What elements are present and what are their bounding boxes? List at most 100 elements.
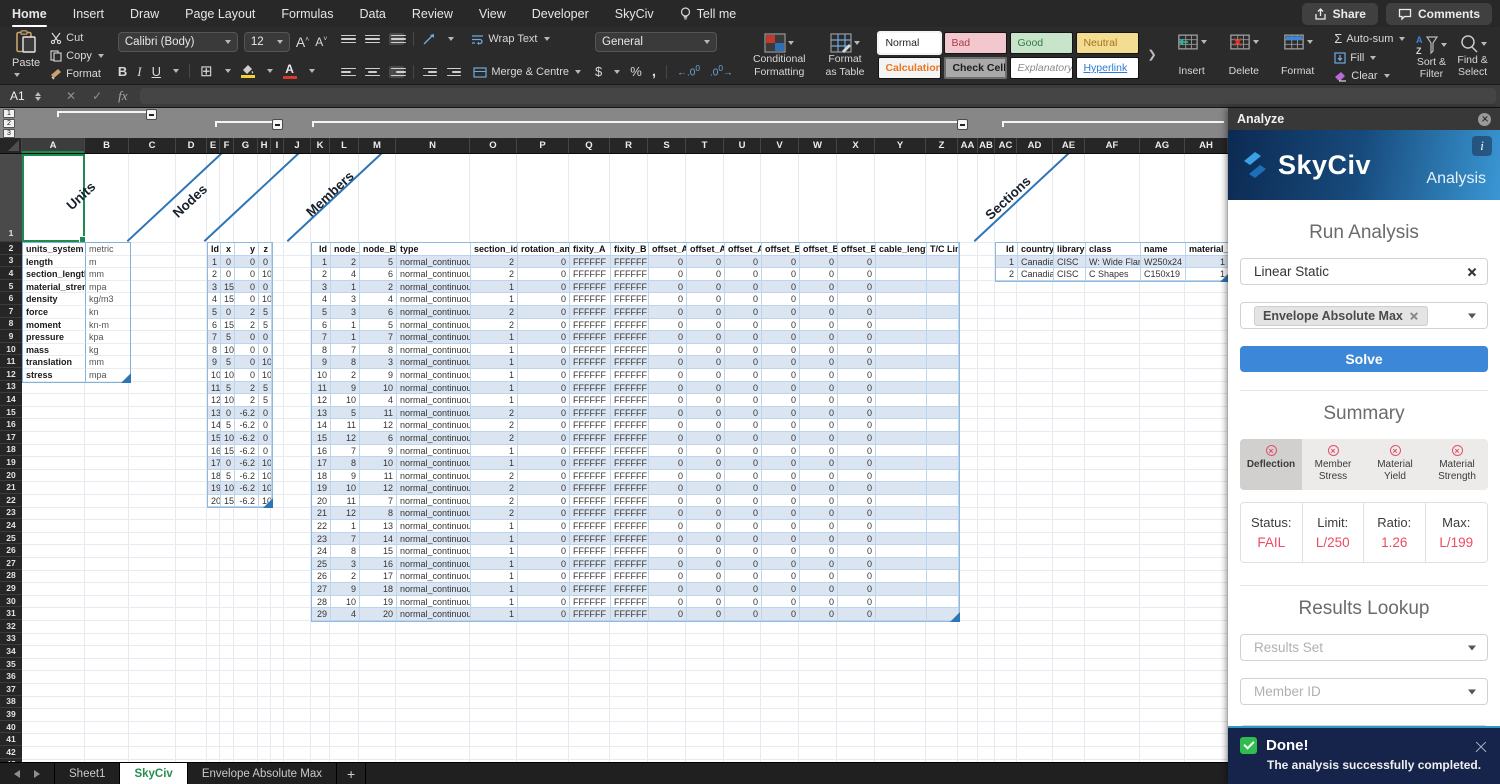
members-cell[interactable]: 0 bbox=[687, 545, 725, 558]
members-cell[interactable]: 0 bbox=[800, 533, 838, 546]
decrease-indent-icon[interactable] bbox=[423, 68, 438, 77]
members-cell[interactable]: FFFFFF bbox=[611, 394, 649, 407]
style-normal[interactable]: Normal bbox=[878, 32, 941, 54]
members-cell[interactable]: 0 bbox=[518, 432, 570, 445]
members-cell[interactable]: normal_continuous bbox=[397, 558, 471, 571]
members-cell[interactable]: 0 bbox=[725, 533, 762, 546]
members-cell[interactable]: 0 bbox=[725, 583, 762, 596]
units-cell[interactable]: material_strength bbox=[23, 281, 86, 294]
members-cell[interactable]: 1 bbox=[471, 570, 518, 583]
members-cell[interactable] bbox=[927, 268, 959, 281]
share-button[interactable]: Share bbox=[1302, 3, 1378, 25]
members-cell[interactable]: 0 bbox=[725, 596, 762, 609]
members-cell[interactable]: 0 bbox=[762, 331, 800, 344]
members-cell[interactable] bbox=[876, 470, 927, 483]
column-header-N[interactable]: N bbox=[396, 138, 470, 153]
members-cell[interactable]: FFFFFF bbox=[570, 293, 611, 306]
members-cell[interactable]: normal_continuous bbox=[397, 369, 471, 382]
members-cell[interactable]: 0 bbox=[687, 356, 725, 369]
members-cell[interactable]: 0 bbox=[518, 470, 570, 483]
column-header-V[interactable]: V bbox=[761, 138, 799, 153]
nodes-header-cell[interactable]: z bbox=[259, 243, 272, 256]
members-cell[interactable]: 1 bbox=[331, 281, 360, 294]
orientation-icon[interactable] bbox=[423, 33, 437, 45]
percent-button[interactable]: % bbox=[630, 65, 642, 78]
members-cell[interactable]: FFFFFF bbox=[611, 419, 649, 432]
units-cell[interactable]: mass bbox=[23, 344, 86, 357]
align-top-icon[interactable] bbox=[341, 35, 356, 44]
nodes-header-cell[interactable]: Id bbox=[208, 243, 221, 256]
members-cell[interactable]: FFFFFF bbox=[570, 419, 611, 432]
members-cell[interactable]: 7 bbox=[360, 495, 397, 508]
members-cell[interactable]: 4 bbox=[331, 608, 360, 621]
nodes-cell[interactable]: 16 bbox=[208, 445, 221, 458]
members-cell[interactable]: 0 bbox=[800, 596, 838, 609]
members-cell[interactable] bbox=[927, 533, 959, 546]
members-cell[interactable]: FFFFFF bbox=[570, 281, 611, 294]
members-cell[interactable]: 0 bbox=[762, 507, 800, 520]
members-cell[interactable]: 9 bbox=[360, 445, 397, 458]
members-cell[interactable]: 2 bbox=[471, 419, 518, 432]
members-header-cell[interactable]: fixity_B bbox=[611, 243, 649, 256]
members-cell[interactable] bbox=[927, 545, 959, 558]
members-cell[interactable]: FFFFFF bbox=[611, 533, 649, 546]
members-cell[interactable]: FFFFFF bbox=[570, 382, 611, 395]
members-cell[interactable]: normal_continuous bbox=[397, 281, 471, 294]
nodes-cell[interactable]: -6.2 bbox=[235, 495, 259, 508]
nodes-cell[interactable]: 12 bbox=[208, 394, 221, 407]
row-header-42[interactable]: 42 bbox=[0, 746, 22, 759]
members-cell[interactable]: 0 bbox=[687, 520, 725, 533]
members-cell[interactable]: 0 bbox=[649, 344, 687, 357]
members-cell[interactable]: 0 bbox=[649, 268, 687, 281]
members-cell[interactable]: 17 bbox=[312, 457, 331, 470]
row-header-3[interactable]: 3 bbox=[0, 255, 22, 268]
outline-bracket[interactable] bbox=[57, 111, 146, 113]
row-header-16[interactable]: 16 bbox=[0, 418, 22, 431]
members-cell[interactable]: FFFFFF bbox=[611, 470, 649, 483]
members-cell[interactable]: 0 bbox=[687, 256, 725, 269]
row-header-21[interactable]: 21 bbox=[0, 481, 22, 494]
select-all-corner[interactable] bbox=[0, 138, 22, 154]
column-header-G[interactable]: G bbox=[234, 138, 258, 153]
members-cell[interactable]: 0 bbox=[800, 495, 838, 508]
row-header-25[interactable]: 25 bbox=[0, 532, 22, 545]
tell-me[interactable]: Tell me bbox=[680, 7, 737, 21]
members-cell[interactable]: 1 bbox=[471, 293, 518, 306]
row-header-14[interactable]: 14 bbox=[0, 393, 22, 406]
members-cell[interactable]: 0 bbox=[687, 596, 725, 609]
members-cell[interactable]: 0 bbox=[838, 281, 876, 294]
members-cell[interactable]: 1 bbox=[471, 369, 518, 382]
increase-decimal-icon[interactable]: ←.00 bbox=[677, 64, 700, 78]
members-cell[interactable]: 0 bbox=[762, 445, 800, 458]
members-cell[interactable]: 0 bbox=[800, 344, 838, 357]
members-cell[interactable]: 0 bbox=[518, 268, 570, 281]
members-cell[interactable] bbox=[876, 596, 927, 609]
row-header-23[interactable]: 23 bbox=[0, 507, 22, 520]
members-cell[interactable]: normal_continuous bbox=[397, 256, 471, 269]
members-cell[interactable]: 0 bbox=[725, 545, 762, 558]
members-cell[interactable]: 0 bbox=[687, 558, 725, 571]
cells-delete-button[interactable]: Delete bbox=[1223, 32, 1265, 79]
members-cell[interactable]: 0 bbox=[800, 382, 838, 395]
table-resize-handle[interactable] bbox=[263, 498, 273, 508]
row-header-32[interactable]: 32 bbox=[0, 620, 22, 633]
members-cell[interactable] bbox=[927, 596, 959, 609]
nodes-cell[interactable]: 15 bbox=[221, 445, 235, 458]
fill-color-button[interactable] bbox=[241, 64, 255, 78]
name-box-stepper[interactable] bbox=[35, 92, 41, 101]
solve-button[interactable]: Solve bbox=[1240, 346, 1488, 372]
members-cell[interactable]: 0 bbox=[518, 445, 570, 458]
members-cell[interactable] bbox=[876, 419, 927, 432]
nodes-cell[interactable]: 2 bbox=[235, 319, 259, 332]
members-cell[interactable]: 0 bbox=[687, 382, 725, 395]
members-cell[interactable]: FFFFFF bbox=[570, 507, 611, 520]
members-cell[interactable] bbox=[876, 344, 927, 357]
column-header-K[interactable]: K bbox=[311, 138, 330, 153]
nodes-cell[interactable]: 5 bbox=[221, 331, 235, 344]
members-cell[interactable]: 1 bbox=[471, 356, 518, 369]
members-cell[interactable]: 0 bbox=[649, 319, 687, 332]
members-cell[interactable]: 12 bbox=[312, 394, 331, 407]
members-cell[interactable]: FFFFFF bbox=[570, 432, 611, 445]
members-cell[interactable]: 5 bbox=[360, 256, 397, 269]
members-cell[interactable]: 6 bbox=[312, 319, 331, 332]
